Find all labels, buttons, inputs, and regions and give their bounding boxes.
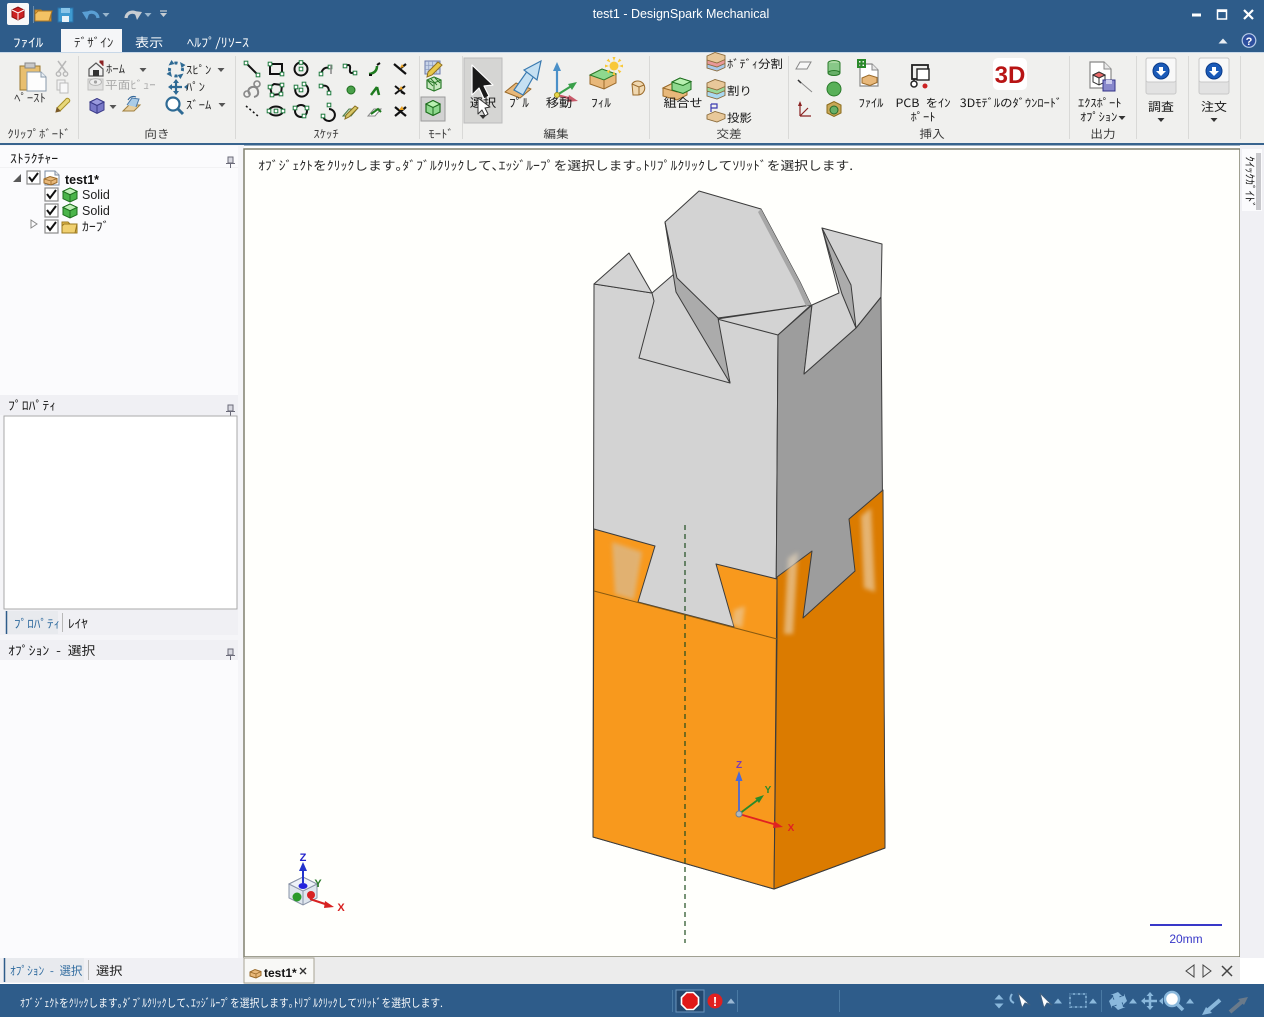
svg-text:test1*: test1* bbox=[65, 173, 99, 187]
svg-text:3D: 3D bbox=[995, 62, 1026, 89]
svg-text:Solid: Solid bbox=[82, 204, 110, 218]
svg-text:Solid: Solid bbox=[82, 188, 110, 202]
svg-text:test1 - DesignSpark Mechanical: test1 - DesignSpark Mechanical bbox=[593, 7, 769, 21]
svg-text:Z: Z bbox=[300, 852, 307, 864]
svg-text:X: X bbox=[788, 823, 795, 834]
svg-text:test1*: test1* bbox=[264, 966, 297, 980]
svg-text:!: ! bbox=[713, 994, 717, 1009]
svg-text:Z: Z bbox=[736, 760, 742, 771]
svg-text:?: ? bbox=[1246, 36, 1253, 48]
svg-text:20mm: 20mm bbox=[1169, 932, 1202, 946]
svg-text:Y: Y bbox=[314, 878, 322, 890]
svg-text:Y: Y bbox=[765, 785, 772, 796]
svg-text:X: X bbox=[337, 902, 345, 914]
